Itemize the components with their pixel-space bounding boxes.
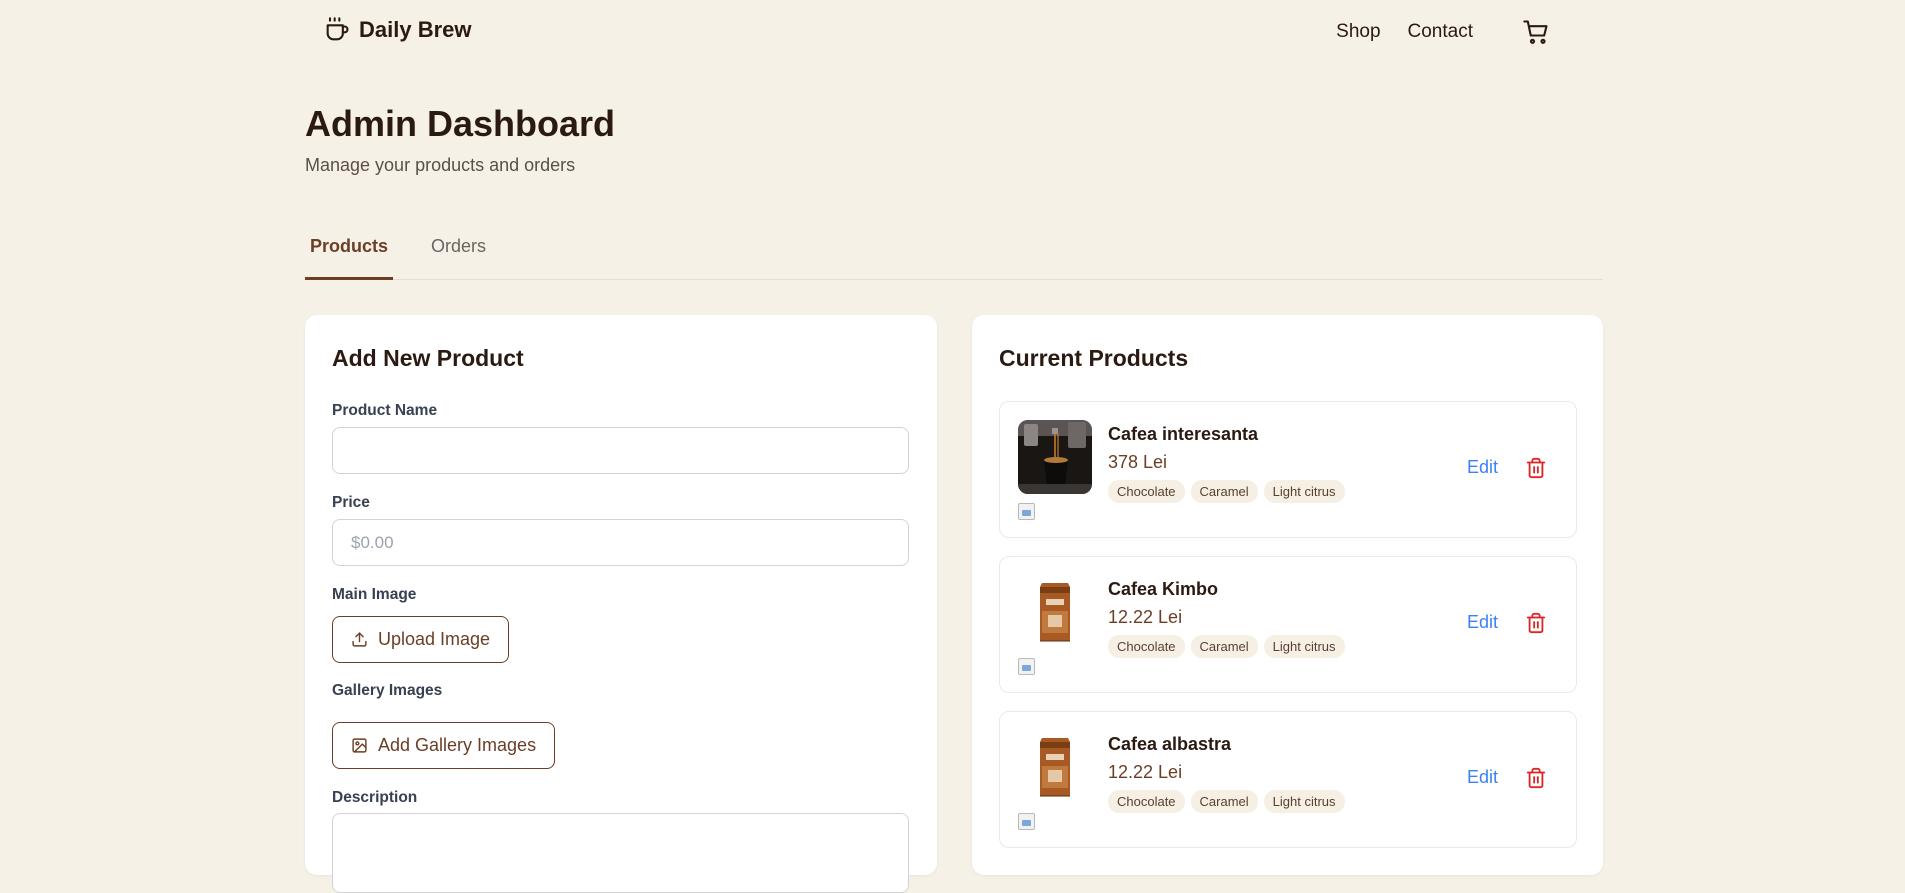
- product-price: 12.22 Lei: [1108, 607, 1183, 627]
- edit-button[interactable]: Edit: [1467, 457, 1498, 478]
- nav-link-shop[interactable]: Shop: [1336, 21, 1380, 43]
- admin-tabs: Products Orders: [305, 222, 1603, 280]
- page-subtitle: Manage your products and orders: [305, 155, 576, 175]
- product-tag: Chocolate: [1108, 790, 1185, 813]
- product-thumbnail: [1018, 420, 1092, 494]
- edit-button[interactable]: Edit: [1467, 767, 1498, 788]
- product-name: Cafea albastra: [1108, 734, 1232, 754]
- tab-orders[interactable]: Orders: [426, 236, 491, 280]
- main-image-label: Main Image: [332, 586, 417, 603]
- product-name-input[interactable]: [332, 427, 909, 474]
- top-nav: Daily Brew Shop Contact: [0, 0, 1905, 62]
- description-input[interactable]: [332, 813, 909, 893]
- product-tags: Chocolate Caramel Light citrus: [1108, 480, 1345, 503]
- product-price: 378 Lei: [1108, 452, 1168, 472]
- product-tag: Caramel: [1190, 790, 1258, 813]
- image-icon: [352, 738, 367, 753]
- broken-image-icon: [1018, 813, 1035, 830]
- product-tag: Light citrus: [1263, 635, 1345, 658]
- coffee-cup-icon: [326, 17, 349, 41]
- upload-icon: [352, 632, 367, 647]
- nav-links: Shop Contact: [1336, 18, 1550, 46]
- shopping-cart-icon[interactable]: [1522, 18, 1550, 46]
- product-tags: Chocolate Caramel Light citrus: [1108, 790, 1345, 813]
- product-tag: Light citrus: [1263, 790, 1345, 813]
- add-product-title: Add New Product: [332, 345, 524, 371]
- product-tag: Light citrus: [1263, 480, 1345, 503]
- product-tags: Chocolate Caramel Light citrus: [1108, 635, 1345, 658]
- broken-image-icon: [1018, 503, 1035, 520]
- product-tag: Chocolate: [1108, 480, 1185, 503]
- product-name: Cafea Kimbo: [1108, 579, 1219, 599]
- add-gallery-images-button[interactable]: Add Gallery Images: [332, 722, 556, 769]
- description-label: Description: [332, 789, 418, 806]
- product-price: 12.22 Lei: [1108, 762, 1183, 782]
- gallery-images-label: Gallery Images: [332, 682, 443, 699]
- trash-icon[interactable]: [1525, 457, 1547, 479]
- trash-icon[interactable]: [1525, 767, 1547, 789]
- product-thumbnail: [1018, 730, 1092, 804]
- product-thumbnail: [1018, 575, 1092, 649]
- edit-button[interactable]: Edit: [1467, 612, 1498, 633]
- brand-logo[interactable]: Daily Brew: [323, 16, 472, 44]
- price-input[interactable]: $0.00: [332, 519, 909, 566]
- nav-link-contact[interactable]: Contact: [1408, 21, 1473, 43]
- price-label: Price: [332, 494, 370, 511]
- product-row: Cafea Kimbo 12.22 Lei Chocolate Caramel …: [999, 556, 1577, 693]
- product-tag: Caramel: [1190, 635, 1258, 658]
- upload-image-label: Upload Image: [378, 629, 491, 649]
- product-name-label: Product Name: [332, 402, 438, 419]
- upload-image-button[interactable]: Upload Image: [332, 616, 510, 663]
- product-row: Cafea interesanta 378 Lei Chocolate Cara…: [999, 401, 1577, 538]
- page-title: Admin Dashboard: [305, 103, 616, 144]
- brand-name: Daily Brew: [359, 17, 472, 42]
- add-product-card: Add New Product Product Name Price $0.00…: [305, 315, 937, 893]
- product-tag: Chocolate: [1108, 635, 1185, 658]
- current-products-title: Current Products: [999, 345, 1189, 371]
- add-gallery-images-label: Add Gallery Images: [378, 735, 537, 755]
- trash-icon[interactable]: [1525, 612, 1547, 634]
- product-row: Cafea albastra 12.22 Lei Chocolate Caram…: [999, 711, 1577, 848]
- broken-image-icon: [1018, 658, 1035, 675]
- product-name: Cafea interesanta: [1108, 424, 1259, 444]
- product-tag: Caramel: [1190, 480, 1258, 503]
- tab-products[interactable]: Products: [305, 236, 394, 280]
- current-products-card: Current Products Cafea interesanta 378 L…: [972, 315, 1603, 875]
